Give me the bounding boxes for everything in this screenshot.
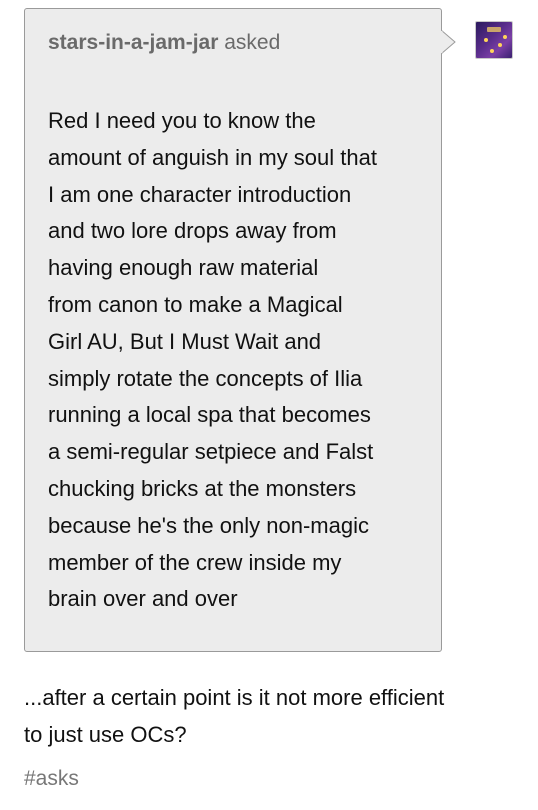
star-icon [498, 43, 502, 47]
ask-body-line: from canon to make a Magical [48, 291, 343, 317]
ask-body-line: a semi-regular setpiece and Falst [48, 439, 374, 465]
answer-line: ...after a certain point is it not more … [24, 685, 445, 710]
ask-body-line: Girl AU, But I Must Wait and [48, 328, 322, 354]
ask-bubble: stars-in-a-jam-jar asked Red I need you … [24, 8, 442, 652]
asked-label: asked [224, 31, 281, 54]
ask-header: stars-in-a-jam-jar asked [48, 29, 280, 57]
star-icon [490, 49, 494, 53]
answer-body: ...after a certain point is it not more … [24, 680, 524, 753]
ask-body: Red I need you to know the amount of ang… [48, 103, 434, 618]
star-icon [503, 35, 507, 39]
ask-body-line: amount of anguish in my soul that [48, 144, 377, 170]
ask-body-line: simply rotate the concepts of Ilia [48, 365, 363, 391]
star-icon [484, 38, 488, 42]
jar-lid-shape [487, 27, 501, 32]
ask-body-line: brain over and over [48, 586, 238, 612]
answer-line: to just use OCs? [24, 721, 187, 747]
tag-link[interactable]: #asks [24, 767, 79, 790]
asker-name-link[interactable]: stars-in-a-jam-jar [48, 31, 218, 54]
ask-body-line: I am one character introduction [48, 181, 352, 207]
ask-body-line: because he's the only non-magic [48, 512, 369, 538]
speech-bubble-tail [441, 30, 456, 54]
ask-body-line: running a local spa that becomes [48, 402, 371, 428]
ask-body-line: and two lore drops away from [48, 218, 337, 244]
ask-body-line: member of the crew inside my [48, 549, 342, 575]
ask-body-line: having enough raw material [48, 255, 319, 281]
ask-body-line: chucking bricks at the monsters [48, 475, 357, 501]
post-tags: #asks [24, 765, 79, 793]
ask-body-line: Red I need you to know the [48, 108, 316, 133]
avatar-icon[interactable] [475, 21, 513, 59]
